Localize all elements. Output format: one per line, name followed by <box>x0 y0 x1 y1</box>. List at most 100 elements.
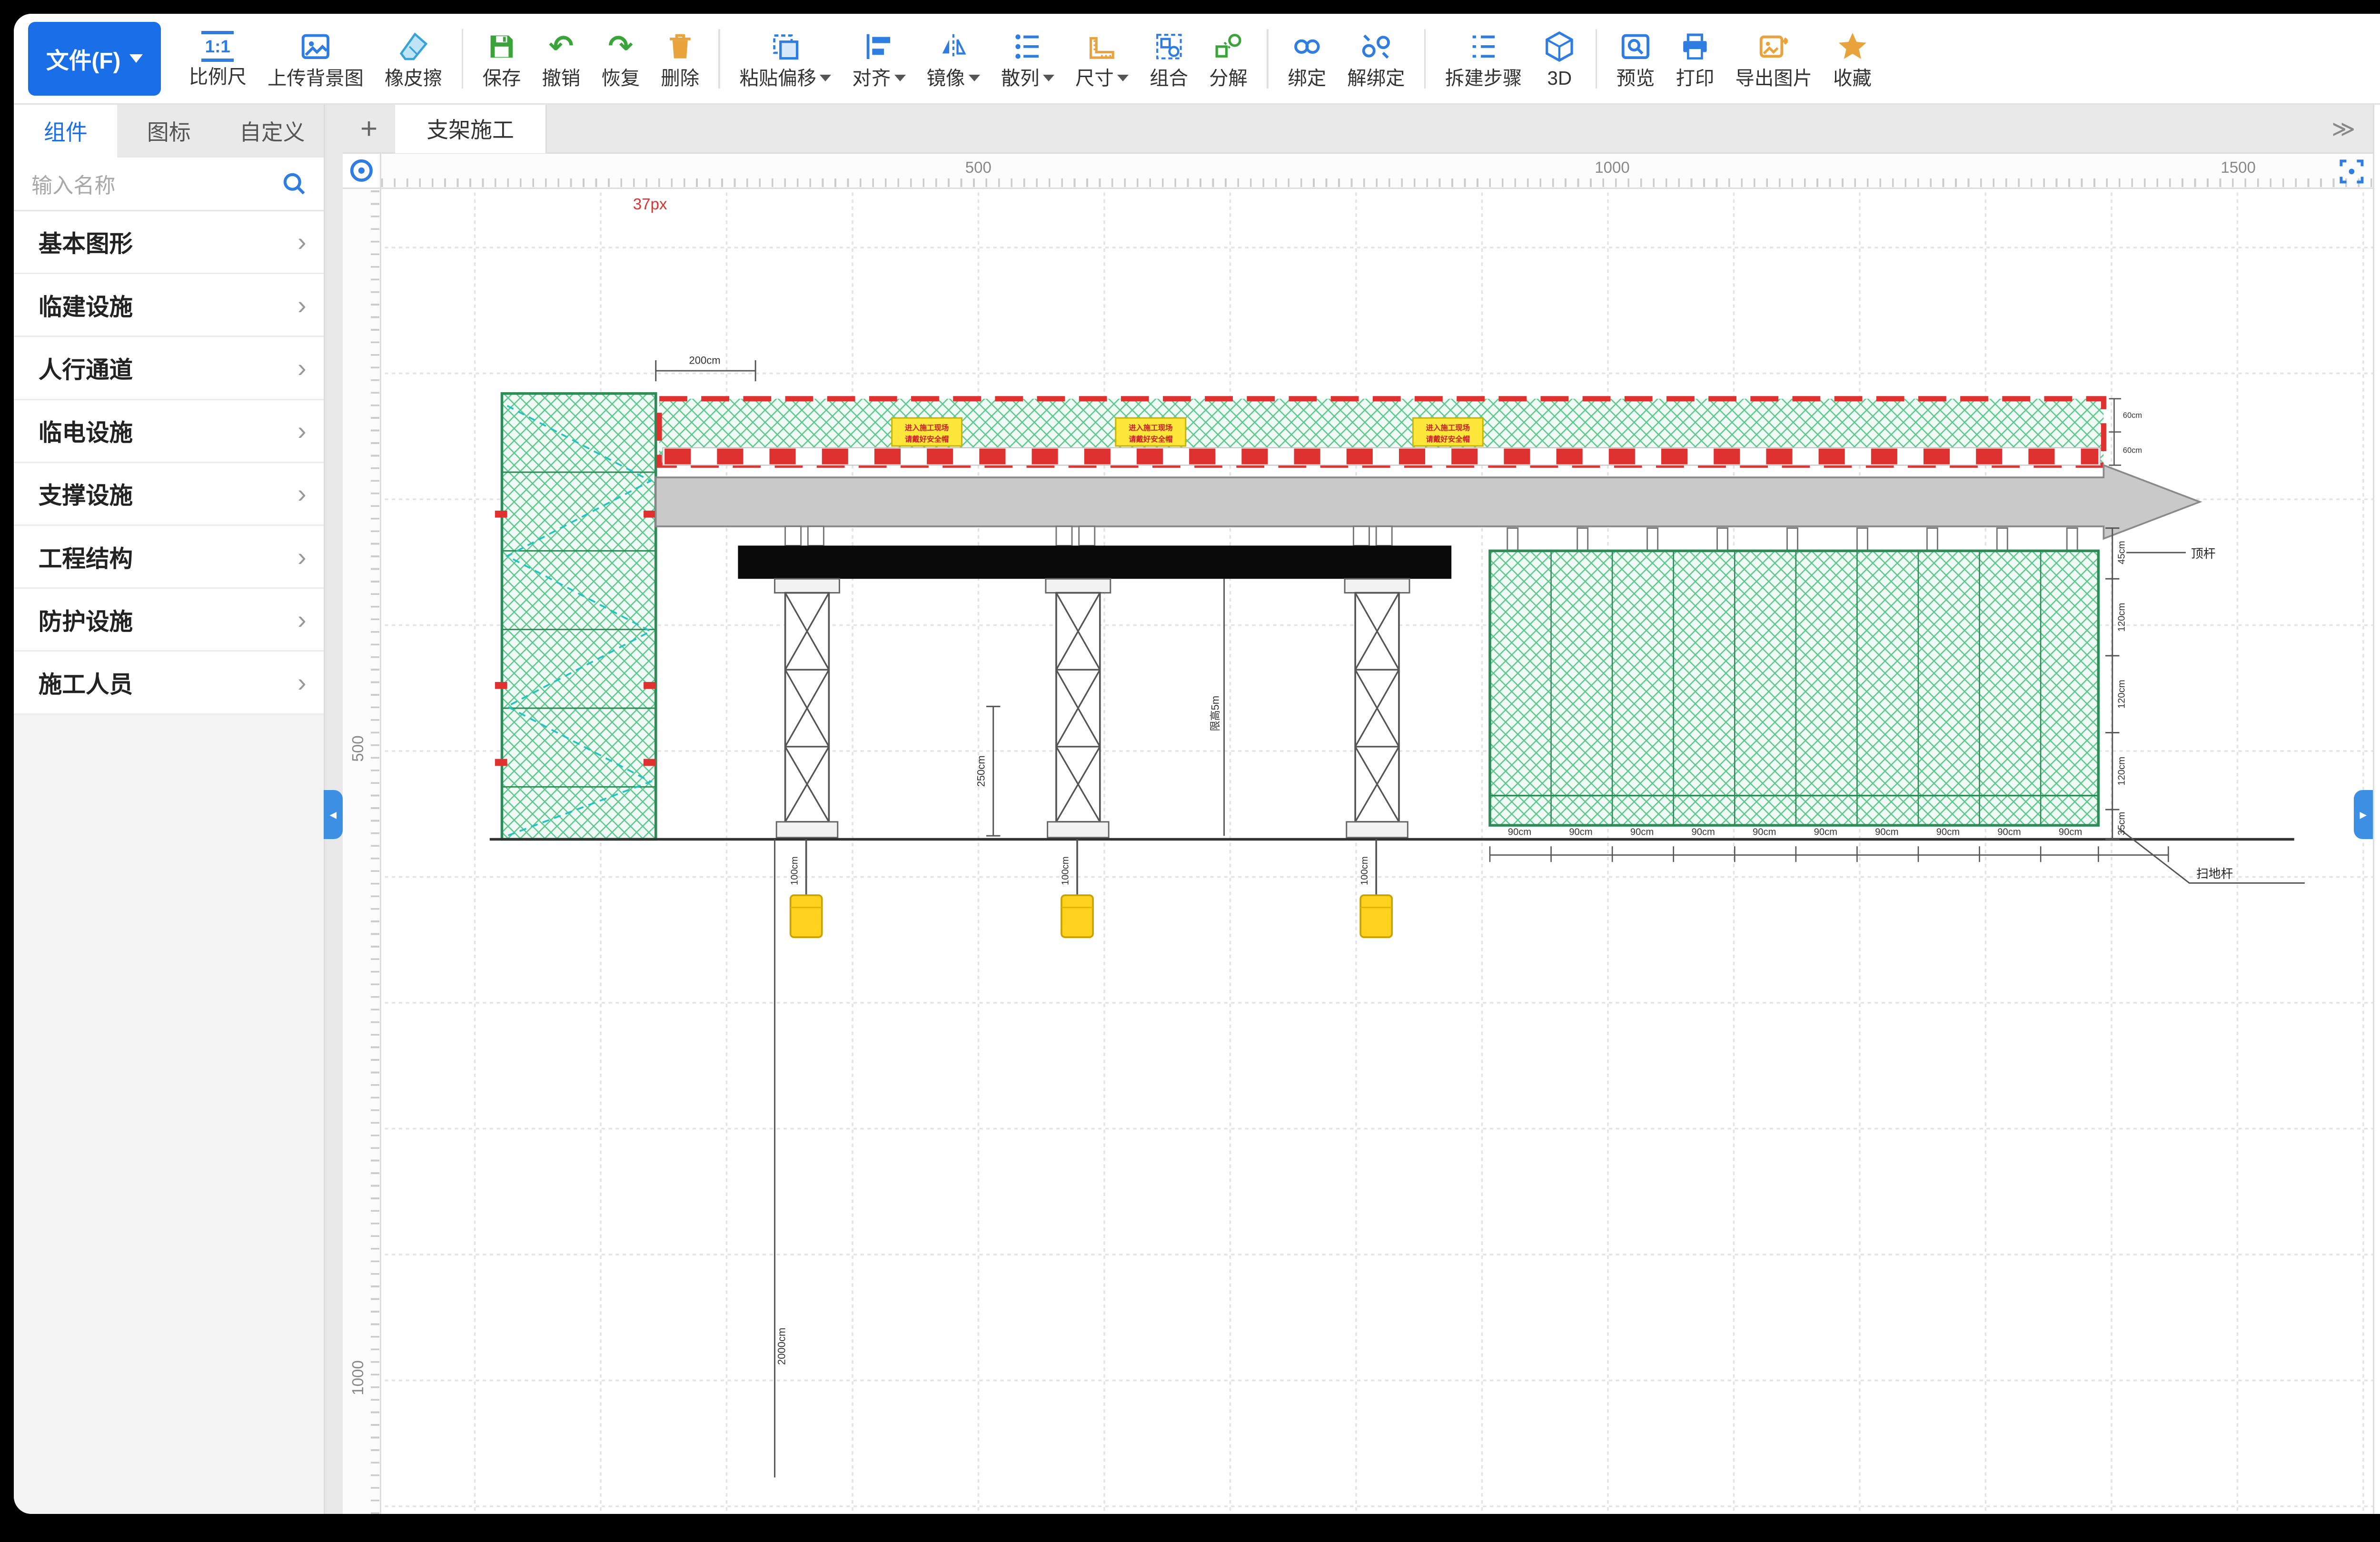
export-image-button[interactable]: 导出图片 <box>1725 19 1823 99</box>
yellow-drum[interactable] <box>1061 895 1093 937</box>
sidebar-item-temp-facilities[interactable]: 临建设施› <box>14 274 324 337</box>
tab-scaffold-construction[interactable]: 支架施工 <box>395 104 547 153</box>
sidebar-collapse-handle[interactable]: ◂ <box>324 790 343 839</box>
eraser-icon <box>397 30 430 63</box>
dim-label: 100cm <box>1359 856 1370 885</box>
align-button[interactable]: 对齐 <box>842 19 916 99</box>
undo-button[interactable]: ↶ 撤销 <box>531 19 591 99</box>
toolbar: 文件(F) 1:1 比例尺 上传背景图 橡皮擦 保存 ↶ 撤销 ↷ 恢复 <box>14 14 2380 105</box>
redo-button[interactable]: ↷ 恢复 <box>591 19 650 99</box>
save-button[interactable]: 保存 <box>472 19 532 99</box>
sidebar-item-workers[interactable]: 施工人员› <box>14 652 324 714</box>
tab-overflow-icon[interactable]: ≫ <box>2331 105 2355 154</box>
panel-collapse-handle[interactable]: ▸ <box>2354 790 2373 839</box>
chevron-down-icon <box>1117 75 1129 81</box>
tab-components[interactable]: 组件 <box>14 105 117 157</box>
search-input[interactable]: 输入名称 <box>31 168 282 199</box>
build-steps-button[interactable]: 拆建步骤 <box>1435 19 1533 99</box>
chevron-right-icon: › <box>298 667 306 698</box>
app-window: 文件(F) 1:1 比例尺 上传背景图 橡皮擦 保存 ↶ 撤销 ↷ 恢复 <box>14 14 2380 1514</box>
canvas-body[interactable]: 37px <box>381 189 2373 1514</box>
warning-sign[interactable]: 进入施工现场 请戴好安全帽 <box>892 418 962 446</box>
preview-icon <box>1619 30 1652 63</box>
safety-banner[interactable]: 进入施工现场 请戴好安全帽 进入施工现场 请戴好安全帽 进入施工现场 请戴好安全… <box>659 399 2142 465</box>
toolbar-separator <box>462 29 464 89</box>
unbind-button[interactable]: 解绑定 <box>1337 19 1415 99</box>
toolbar-label: 解绑定 <box>1347 69 1405 88</box>
save-icon <box>485 30 518 63</box>
canvas-area: + 支架施工 ≫ 500 1000 1500 500 1000 37px <box>343 105 2373 1514</box>
yellow-drum[interactable] <box>1360 895 1392 937</box>
warning-sign[interactable]: 进入施工现场 请戴好安全帽 <box>1116 418 1186 446</box>
eraser-button[interactable]: 橡皮擦 <box>374 19 453 99</box>
property-row-lock: 锁定 否 <box>2374 205 2380 253</box>
search-icon[interactable] <box>282 171 306 196</box>
dim-label: 200cm <box>689 354 720 366</box>
girder-beam[interactable] <box>738 545 1451 579</box>
search-row: 输入名称 <box>14 158 324 211</box>
fit-view-icon[interactable] <box>2338 158 2366 186</box>
file-menu-button[interactable]: 文件(F) <box>28 22 161 95</box>
favorite-button[interactable]: 收藏 <box>1823 19 1882 99</box>
dim-label: 90cm <box>1814 827 1837 837</box>
ruler-mark: 1000 <box>349 1352 367 1404</box>
toolbar-label: 组合 <box>1150 69 1188 88</box>
left-scaffold[interactable] <box>495 394 656 840</box>
category-label: 支撑设施 <box>39 476 298 511</box>
ungroup-icon <box>1212 30 1245 63</box>
dim-label: 120cm <box>2116 680 2127 709</box>
bind-button[interactable]: 绑定 <box>1277 19 1337 99</box>
toolbar-label: 尺寸 <box>1075 69 1129 88</box>
property-row-size-height: 对应尺寸(高) <box>2374 924 2380 972</box>
preview-button[interactable]: 预览 <box>1606 19 1666 99</box>
lattice-tower[interactable] <box>774 579 839 838</box>
paste-offset-button[interactable]: 粘贴偏移 <box>729 19 842 99</box>
group-button[interactable]: 组合 <box>1139 19 1199 99</box>
yellow-drum[interactable] <box>790 895 822 937</box>
svg-text:进入施工现场: 进入施工现场 <box>1129 423 1172 432</box>
size-button[interactable]: 尺寸 <box>1065 19 1139 99</box>
file-menu-label: 文件(F) <box>46 42 120 75</box>
dim-label: 90cm <box>1630 827 1654 837</box>
dim-label: 90cm <box>1753 827 1776 837</box>
lattice-tower[interactable] <box>1046 579 1111 838</box>
toolbar-label: 绑定 <box>1288 69 1326 88</box>
print-button[interactable]: 打印 <box>1666 19 1725 99</box>
3d-button[interactable]: 3D <box>1532 19 1587 99</box>
property-row-border-color: 边框颜色 <box>2374 780 2380 828</box>
ruler-corner[interactable] <box>343 154 381 188</box>
delete-button[interactable]: 删除 <box>650 19 710 99</box>
sidebar-item-basic-shapes[interactable]: 基本图形› <box>14 211 324 274</box>
star-icon <box>1836 30 1869 63</box>
add-tab-button[interactable]: + <box>343 111 395 146</box>
scale-ruler-button[interactable]: 1:1 比例尺 <box>178 19 257 99</box>
ungroup-button[interactable]: 分解 <box>1199 19 1258 99</box>
upload-background-button[interactable]: 上传背景图 <box>257 19 374 99</box>
sidebar-item-protection[interactable]: 防护设施› <box>14 589 324 652</box>
dim-label: 100cm <box>789 856 800 885</box>
property-row-frame-size: 制图框尺寸 自定义 <box>2374 588 2380 636</box>
sidebar-item-temp-electric[interactable]: 临电设施› <box>14 400 324 463</box>
toolbar-separator <box>1424 29 1426 89</box>
right-scaffold-mesh[interactable] <box>1490 551 2098 825</box>
chevron-down-icon <box>129 54 143 63</box>
tab-custom[interactable]: 自定义 <box>220 105 324 157</box>
svg-text:请戴好安全帽: 请戴好安全帽 <box>1426 435 1469 444</box>
category-label: 临建设施 <box>39 288 298 322</box>
mirror-button[interactable]: 镜像 <box>916 19 991 99</box>
tab-properties[interactable]: 属性 <box>2374 105 2380 157</box>
hash-button[interactable]: 散列 <box>991 19 1065 99</box>
sidebar-item-structures[interactable]: 工程结构› <box>14 526 324 589</box>
construction-diagram[interactable]: 进入施工现场 请戴好安全帽 进入施工现场 请戴好安全帽 进入施工现场 请戴好安全… <box>381 189 2373 1514</box>
toolbar-label: 橡皮擦 <box>385 69 442 88</box>
warning-sign[interactable]: 进入施工现场 请戴好安全帽 <box>1413 418 1483 446</box>
sidebar-item-pedestrian[interactable]: 人行通道› <box>14 337 324 400</box>
component-sidebar: 组件 图标 自定义 输入名称 基本图形› 临建设施› 人行通道› 临电设施› 支… <box>14 105 325 1514</box>
dim-label: 60cm <box>2123 445 2142 455</box>
sidebar-item-support[interactable]: 支撑设施› <box>14 463 324 526</box>
tab-icons[interactable]: 图标 <box>117 105 220 157</box>
category-label: 防护设施 <box>39 603 298 637</box>
property-rows: 名称 锁定 否 背景图 空 适配背景图 否 背景图管理 操作 网格吸附 否 <box>2374 158 2380 1163</box>
toolbar-label: 撤销 <box>542 69 580 88</box>
lattice-tower[interactable] <box>1345 579 1409 838</box>
